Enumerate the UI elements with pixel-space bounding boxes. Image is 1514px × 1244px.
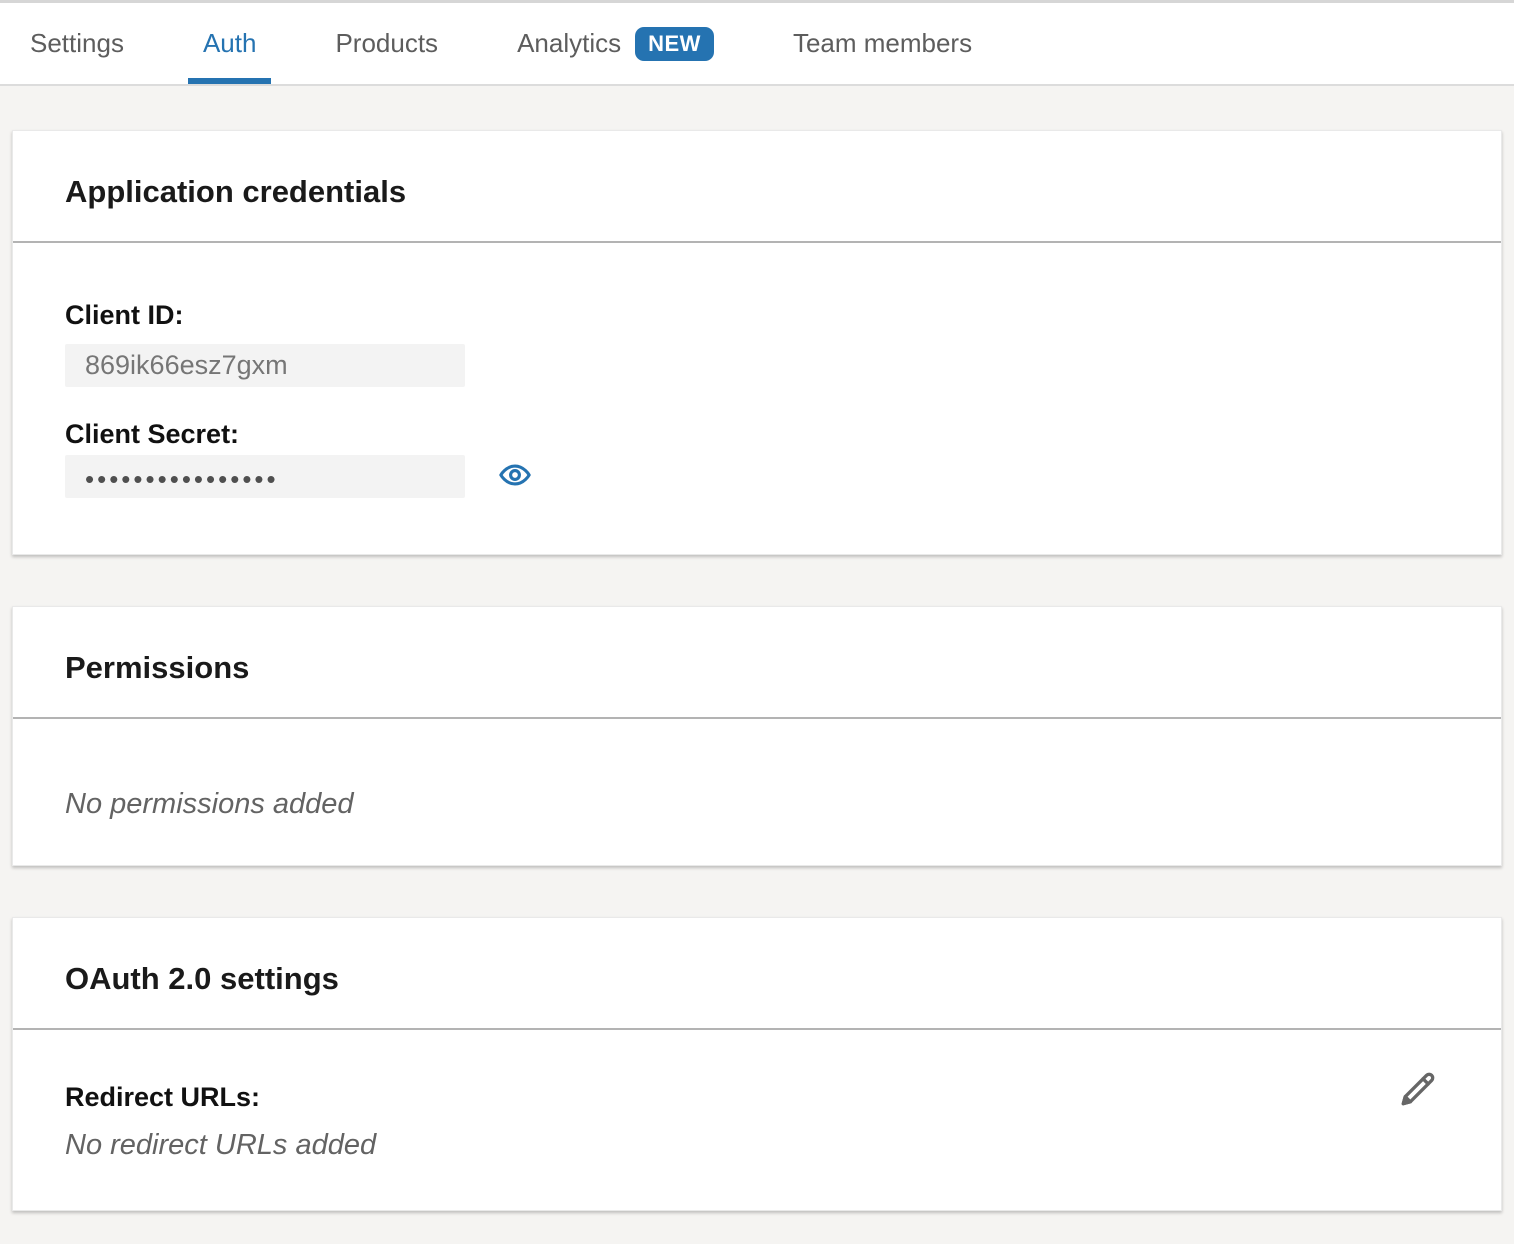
- application-credentials-card: Application credentials Client ID: Clien…: [12, 130, 1502, 555]
- tab-bar: Settings Auth Products Analytics NEW Tea…: [0, 0, 1514, 86]
- tab-analytics[interactable]: Analytics NEW: [517, 3, 714, 84]
- oauth-settings-title: OAuth 2.0 settings: [65, 962, 1449, 995]
- reveal-secret-button[interactable]: [498, 458, 532, 495]
- tab-products-label: Products: [335, 28, 438, 59]
- application-credentials-title: Application credentials: [65, 175, 1449, 208]
- oauth-settings-content: Redirect URLs: No redirect URLs added: [13, 1030, 1501, 1210]
- client-id-input[interactable]: [65, 344, 465, 387]
- oauth-settings-card: OAuth 2.0 settings Redirect URLs: No red…: [12, 917, 1502, 1211]
- permissions-header: Permissions: [13, 607, 1501, 719]
- pencil-icon: [1397, 1068, 1439, 1113]
- tab-settings-label: Settings: [30, 28, 124, 59]
- tab-team-members-label: Team members: [793, 28, 972, 59]
- redirect-urls-label: Redirect URLs:: [65, 1082, 376, 1112]
- redirect-urls-block: Redirect URLs: No redirect URLs added: [65, 1082, 376, 1162]
- client-secret-label: Client Secret:: [65, 419, 1449, 449]
- permissions-title: Permissions: [65, 651, 1449, 684]
- tab-auth[interactable]: Auth: [203, 3, 257, 84]
- client-secret-input[interactable]: [65, 455, 465, 498]
- oauth-settings-header: OAuth 2.0 settings: [13, 918, 1501, 1030]
- no-permissions-message: No permissions added: [65, 787, 1449, 821]
- eye-icon: [498, 458, 532, 495]
- active-tab-underline: [188, 78, 272, 84]
- client-secret-row: [65, 455, 1449, 498]
- no-redirect-urls-message: No redirect URLs added: [65, 1128, 376, 1162]
- tab-settings[interactable]: Settings: [30, 3, 124, 84]
- tab-analytics-label: Analytics: [517, 28, 621, 59]
- application-credentials-content: Client ID: Client Secret:: [13, 243, 1501, 554]
- application-credentials-header: Application credentials: [13, 131, 1501, 243]
- permissions-content: No permissions added: [13, 719, 1501, 865]
- client-id-label: Client ID:: [65, 300, 1449, 330]
- new-badge: NEW: [635, 27, 714, 61]
- tab-products[interactable]: Products: [335, 3, 438, 84]
- tab-auth-label: Auth: [203, 28, 257, 59]
- tab-team-members[interactable]: Team members: [793, 3, 972, 84]
- edit-redirect-urls-button[interactable]: [1397, 1068, 1439, 1113]
- permissions-card: Permissions No permissions added: [12, 606, 1502, 866]
